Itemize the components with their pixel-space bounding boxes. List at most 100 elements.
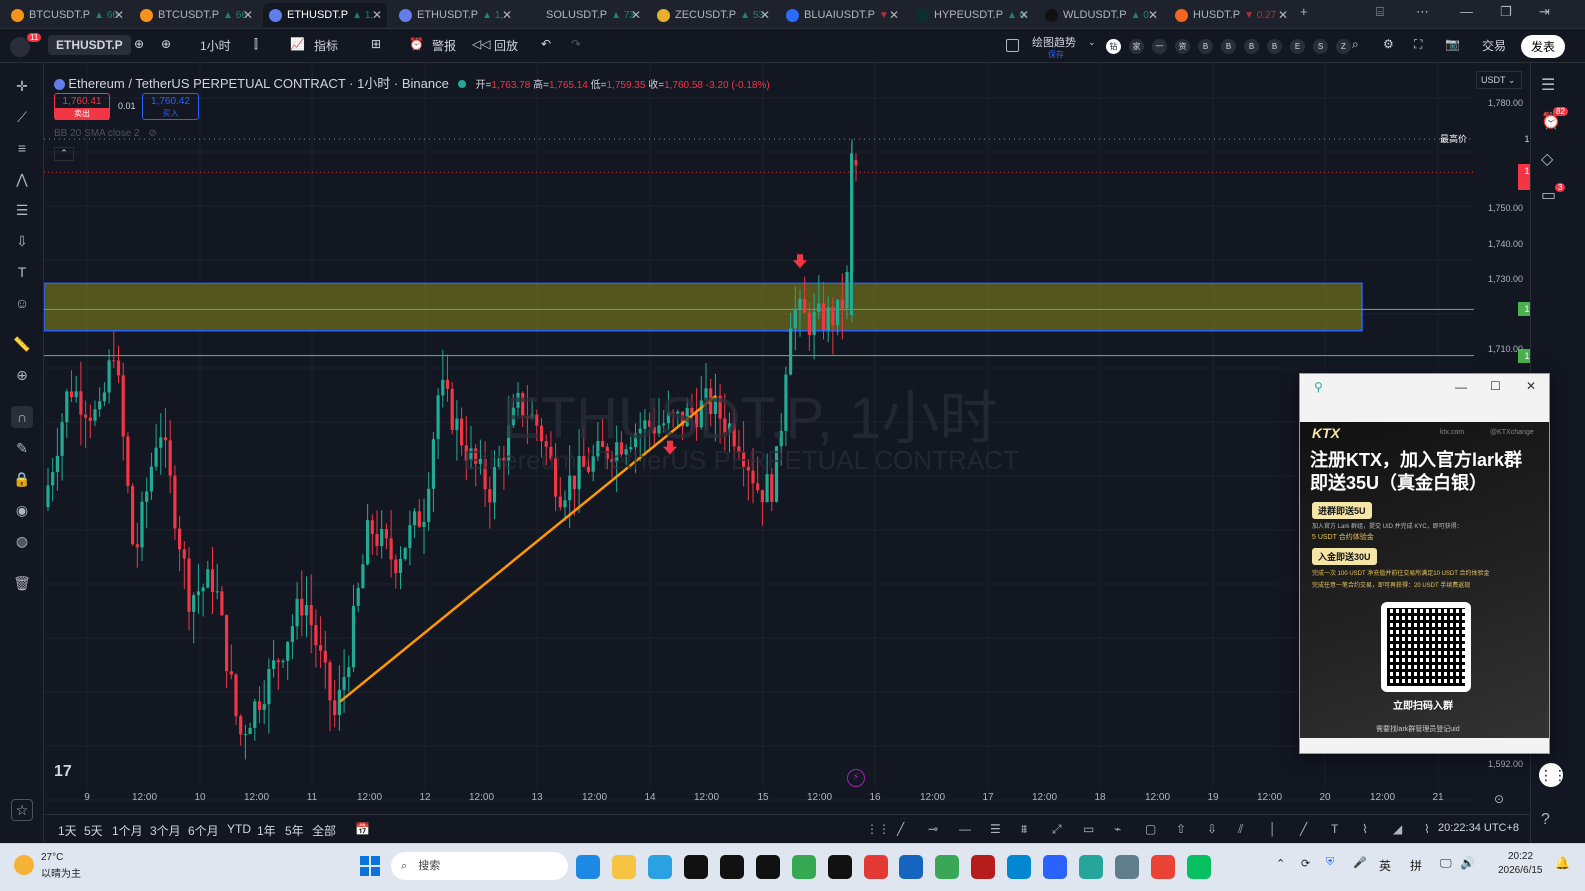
qq-app-icon[interactable] — [828, 855, 852, 879]
browser-tab[interactable]: ETHUSDT.P ▲ 1, ✕ — [263, 3, 387, 27]
grip-tool-icon[interactable]: ⋮⋮ — [866, 822, 890, 836]
tray-volume-icon[interactable]: 🔊 — [1460, 856, 1475, 870]
window-exit-icon[interactable]: ⇥ — [1539, 4, 1550, 20]
camera-icon[interactable]: 📷 — [1445, 37, 1460, 51]
zoom-in-icon[interactable]: ⊕ — [11, 364, 33, 386]
drawing-trend-label[interactable]: 绘图趋势 — [1032, 34, 1076, 50]
browser-tab[interactable]: HUSDT.P ▼ 0.27 ✕ — [1169, 3, 1293, 27]
trendline-tool-icon[interactable]: ╱ — [897, 822, 904, 836]
browser-tab[interactable]: BTCUSDT.P ▲ 66 ✕ — [5, 3, 129, 27]
browser-active-app-icon[interactable] — [1043, 855, 1067, 879]
favorites-star-icon[interactable]: ☆ — [11, 799, 33, 821]
drawing-shortcut-5[interactable]: B — [1198, 39, 1213, 54]
pin-icon[interactable]: ⚲ — [1314, 380, 1323, 394]
compare-icon[interactable]: ⊕ — [134, 37, 144, 51]
range-button[interactable]: YTD — [227, 822, 251, 836]
time-axis-settings-icon[interactable]: ⊙ — [1494, 792, 1504, 806]
indicators-button[interactable]: 指标 — [314, 37, 338, 54]
close-tab-icon[interactable]: ✕ — [243, 8, 253, 22]
indicator-name[interactable]: BB 20 SMA close 2 — [54, 128, 140, 139]
interval-button[interactable]: 1小时 — [200, 37, 231, 54]
text-tool-icon[interactable]: T — [1331, 822, 1338, 836]
layout-icon[interactable]: ⊞ — [371, 37, 381, 51]
close-icon[interactable]: ✕ — [1526, 379, 1536, 393]
drawing-shortcut-3[interactable]: 一 — [1152, 39, 1167, 54]
channel-tool-icon[interactable]: ☰ — [990, 822, 1001, 836]
browser-tab[interactable]: BTCUSDT.P ▲ 66 ✕ — [134, 3, 258, 27]
wave-tool-icon[interactable]: ⌇ — [1424, 822, 1430, 836]
browser-tab[interactable]: ZECUSDT.P ▲ 53 ✕ — [651, 3, 775, 27]
search-icon[interactable]: ⌕ — [1352, 37, 1359, 52]
brush-tool-icon[interactable]: ⤢ — [1052, 822, 1062, 837]
close-tab-icon[interactable]: ✕ — [502, 8, 512, 22]
tray-shield-icon[interactable]: ⛨ — [1326, 856, 1334, 869]
candle-type-icon[interactable]: ⫿ — [254, 37, 258, 52]
window-restore-icon[interactable]: ❐ — [1500, 4, 1512, 20]
chrome-2-app-icon[interactable] — [1151, 855, 1175, 879]
range-button[interactable]: 5年 — [285, 822, 304, 839]
tray-lang-1[interactable]: 英 — [1379, 857, 1391, 874]
edge-app-icon[interactable] — [576, 855, 600, 879]
outlook-app-icon[interactable] — [899, 855, 923, 879]
indicators-icon[interactable]: 📈 — [290, 37, 305, 51]
pen-tool-icon[interactable]: ╱ — [1300, 822, 1307, 836]
drawing-shortcut-11[interactable]: Z — [1336, 39, 1351, 54]
close-tab-icon[interactable]: ✕ — [631, 8, 641, 22]
range-button[interactable]: 6个月 — [188, 822, 219, 839]
drawing-shortcut-6[interactable]: B — [1221, 39, 1236, 54]
apps-grid-icon[interactable]: ⋮⋮ — [1539, 763, 1567, 787]
path-tool-icon[interactable]: ⌁ — [1114, 822, 1121, 836]
tray-display-icon[interactable]: 🖵 — [1440, 856, 1452, 871]
notification-bell-icon[interactable]: 🔔 — [1555, 856, 1570, 870]
ruler-icon[interactable]: 📏 — [11, 333, 33, 355]
tray-chevron-icon[interactable]: ⌃ — [1276, 857, 1285, 870]
lock-drawing-icon[interactable]: ✎ — [11, 437, 33, 459]
close-tab-icon[interactable]: ✕ — [889, 8, 899, 22]
callout-tool-icon[interactable]: ▭ — [1083, 822, 1094, 836]
wechat-app-icon[interactable] — [1187, 855, 1211, 879]
range-button[interactable]: 1年 — [257, 822, 276, 839]
lock-icon[interactable]: 🔒 — [11, 468, 33, 490]
chevron-down-icon[interactable]: ⌄ — [1088, 37, 1096, 48]
drawing-shortcut-4[interactable]: 资 — [1175, 39, 1190, 54]
weather-desc[interactable]: 以晴为主 — [41, 865, 81, 880]
chrome-app-icon[interactable] — [792, 855, 816, 879]
trendline-icon[interactable]: ⟋ — [11, 106, 33, 128]
drawing-shortcut-7[interactable]: B — [1244, 39, 1259, 54]
supply-zone[interactable] — [44, 282, 1363, 332]
tray-mic-icon[interactable]: 🎤 — [1353, 856, 1367, 869]
minimize-icon[interactable]: — — [1455, 380, 1467, 394]
redo-icon[interactable]: ↷ — [571, 37, 581, 51]
tray-lang-2[interactable]: 拼 — [1410, 857, 1422, 874]
eye-icon[interactable]: ◉ — [11, 499, 33, 521]
arrow-up-tool-icon[interactable]: ⇧ — [1176, 822, 1186, 836]
currency-select[interactable]: USDT ⌄ — [1476, 71, 1522, 89]
app-red-app-icon[interactable] — [971, 855, 995, 879]
weather-temp[interactable]: 27°C — [41, 852, 63, 863]
close-tab-icon[interactable]: ✕ — [1278, 8, 1288, 22]
buy-button[interactable]: 1,760.42 买入 — [142, 93, 199, 120]
app-green-app-icon[interactable] — [935, 855, 959, 879]
undo-icon[interactable]: ↶ — [541, 37, 551, 51]
close-tab-icon[interactable]: ✕ — [114, 8, 124, 22]
maximize-icon[interactable]: ☐ — [1490, 379, 1501, 393]
sell-button[interactable]: 1,760.41 卖出 — [54, 93, 110, 120]
telegram-app-icon[interactable] — [648, 855, 672, 879]
browser-tab[interactable]: ETHUSDT.P ▲ 1, ✕ — [393, 3, 517, 27]
tradingview-app-icon[interactable] — [684, 855, 708, 879]
emoji-icon[interactable]: ☺ — [11, 292, 33, 314]
triangle-tool-icon[interactable]: ◢ — [1393, 822, 1402, 836]
close-tab-icon[interactable]: ✕ — [760, 8, 770, 22]
drawing-shortcut-8[interactable]: B — [1267, 39, 1282, 54]
replay-button[interactable]: 回放 — [494, 37, 518, 54]
folder-app-icon[interactable] — [612, 855, 636, 879]
range-button[interactable]: 1天 — [58, 822, 77, 839]
parallel-tool-icon[interactable]: ⫽ — [1238, 822, 1243, 837]
drawing-shortcut-1[interactable]: 钻 — [1106, 39, 1121, 54]
hline-tool-icon[interactable]: — — [959, 822, 971, 836]
start-icon[interactable] — [360, 856, 380, 876]
arrow-down-tool-icon[interactable]: ⇩ — [11, 230, 33, 252]
curve-tool-icon[interactable]: ⌇ — [1362, 822, 1368, 836]
ad-banner[interactable]: KTX ktx.com @KTXchange 注册KTX，加入官方lark群 即… — [1300, 422, 1549, 738]
weather-icon[interactable] — [14, 855, 34, 875]
